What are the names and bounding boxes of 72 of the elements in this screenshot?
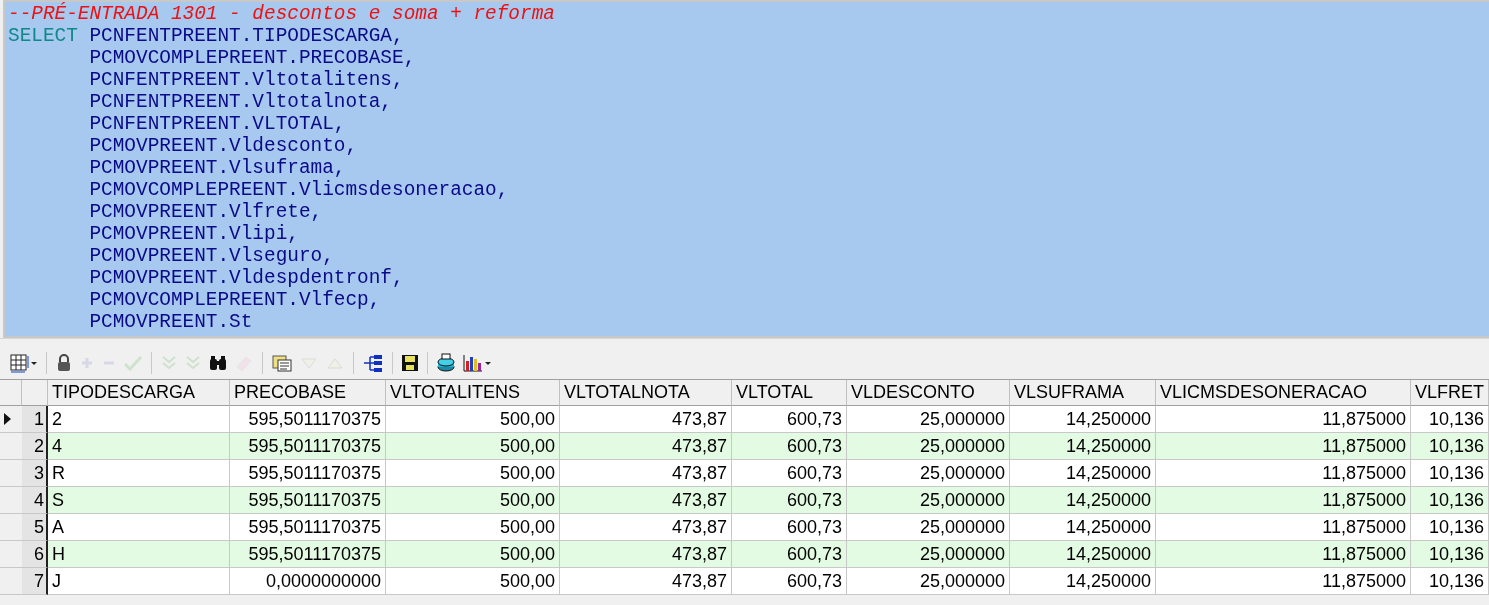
column-header[interactable]: TIPODESCARGA (48, 380, 230, 406)
sql-code: PCMOVPREENT.Vldespdentronf, (88, 267, 404, 289)
table-cell: 600,73 (732, 568, 847, 595)
row-number: 2 (22, 433, 48, 460)
table-cell: 595,5011170375 (230, 541, 386, 568)
sql-code: PCMOVPREENT.Vlipi, (88, 223, 299, 245)
column-header[interactable]: VLICMSDESONERACAO (1156, 380, 1411, 406)
row-number: 4 (22, 487, 48, 514)
column-header[interactable]: VLFRET (1411, 380, 1489, 406)
column-header[interactable]: VLDESCONTO (847, 380, 1010, 406)
table-cell: 473,87 (560, 487, 732, 514)
table-cell: 11,875000 (1156, 541, 1411, 568)
table-cell: 25,000000 (847, 433, 1010, 460)
sql-editor[interactable] (3, 0, 1489, 338)
current-row-icon (4, 413, 11, 425)
row-number: 1 (22, 406, 48, 433)
sql-code: PCMOVPREENT.Vldesconto, (88, 135, 358, 157)
sql-code: PCMOVCOMPLEPREENT.Vlicmsdesoneracao, (88, 179, 509, 201)
column-header[interactable]: PRECOBASE (230, 380, 386, 406)
sql-comment: --PRÉ-ENTRADA 1301 - descontos e soma + reforma (8, 3, 555, 25)
row-number: 3 (22, 460, 48, 487)
sql-code: PCMOVCOMPLEPREENT.Vlfecp, (88, 289, 381, 311)
table-cell: 600,73 (732, 487, 847, 514)
table-cell: 14,250000 (1010, 541, 1156, 568)
table-cell: 500,00 (386, 487, 560, 514)
sql-code: PCMOVPREENT.Vlfrete, (88, 201, 323, 223)
sql-code: PCMOVPREENT.St (88, 311, 253, 333)
sql-code: PCNFENTPREENT.TIPODESCARGA, (89, 25, 404, 47)
row-number: 6 (22, 541, 48, 568)
table-cell: 25,000000 (847, 487, 1010, 514)
table-cell: 25,000000 (847, 541, 1010, 568)
sql-code: PCMOVPREENT.Vlseguro, (88, 245, 334, 267)
table-cell: 595,5011170375 (230, 487, 386, 514)
sql-code: PCMOVPREENT.Vlsuframa, (88, 157, 346, 179)
table-cell: S (48, 487, 230, 514)
row-number: 7 (22, 568, 48, 595)
sql-code: PCMOVCOMPLEPREENT.PRECOBASE, (88, 47, 416, 69)
table-cell: 11,875000 (1156, 433, 1411, 460)
table-cell: 10,136 (1411, 541, 1489, 568)
column-header[interactable]: VLTOTAL (732, 380, 847, 406)
table-cell: 25,000000 (847, 568, 1010, 595)
table-cell: 11,875000 (1156, 487, 1411, 514)
table-cell: 0,0000000000 (230, 568, 386, 595)
table-cell: 4 (48, 433, 230, 460)
table-cell: 500,00 (386, 433, 560, 460)
table-cell: 473,87 (560, 568, 732, 595)
table-cell: 500,00 (386, 541, 560, 568)
table-cell: J (48, 568, 230, 595)
table-cell: 473,87 (560, 433, 732, 460)
table-cell: 473,87 (560, 541, 732, 568)
column-header[interactable]: VLTOTALNOTA (560, 380, 732, 406)
table-cell: 10,136 (1411, 433, 1489, 460)
table-cell: 600,73 (732, 433, 847, 460)
table-cell: 14,250000 (1010, 487, 1156, 514)
sql-code: PCNFENTPREENT.Vltotalitens, (88, 69, 404, 91)
table-cell: 14,250000 (1010, 433, 1156, 460)
table-cell: 500,00 (386, 568, 560, 595)
table-cell: H (48, 541, 230, 568)
table-cell: 600,73 (732, 541, 847, 568)
header-corner (22, 380, 48, 406)
table-cell: 10,136 (1411, 487, 1489, 514)
grid-icon[interactable] (8, 351, 40, 375)
table-cell: 10,136 (1411, 568, 1489, 595)
column-header[interactable]: VLTOTALITENS (386, 380, 560, 406)
sql-code: PCNFENTPREENT.VLTOTAL, (88, 113, 346, 135)
sql-keyword: SELECT (8, 25, 78, 47)
column-header[interactable]: VLSUFRAMA (1010, 380, 1156, 406)
table-cell: 14,250000 (1010, 568, 1156, 595)
row-number: 5 (22, 514, 48, 541)
sql-code: PCNFENTPREENT.Vltotalnota, (88, 91, 392, 113)
table-cell: 595,5011170375 (230, 433, 386, 460)
table-cell: 11,875000 (1156, 568, 1411, 595)
